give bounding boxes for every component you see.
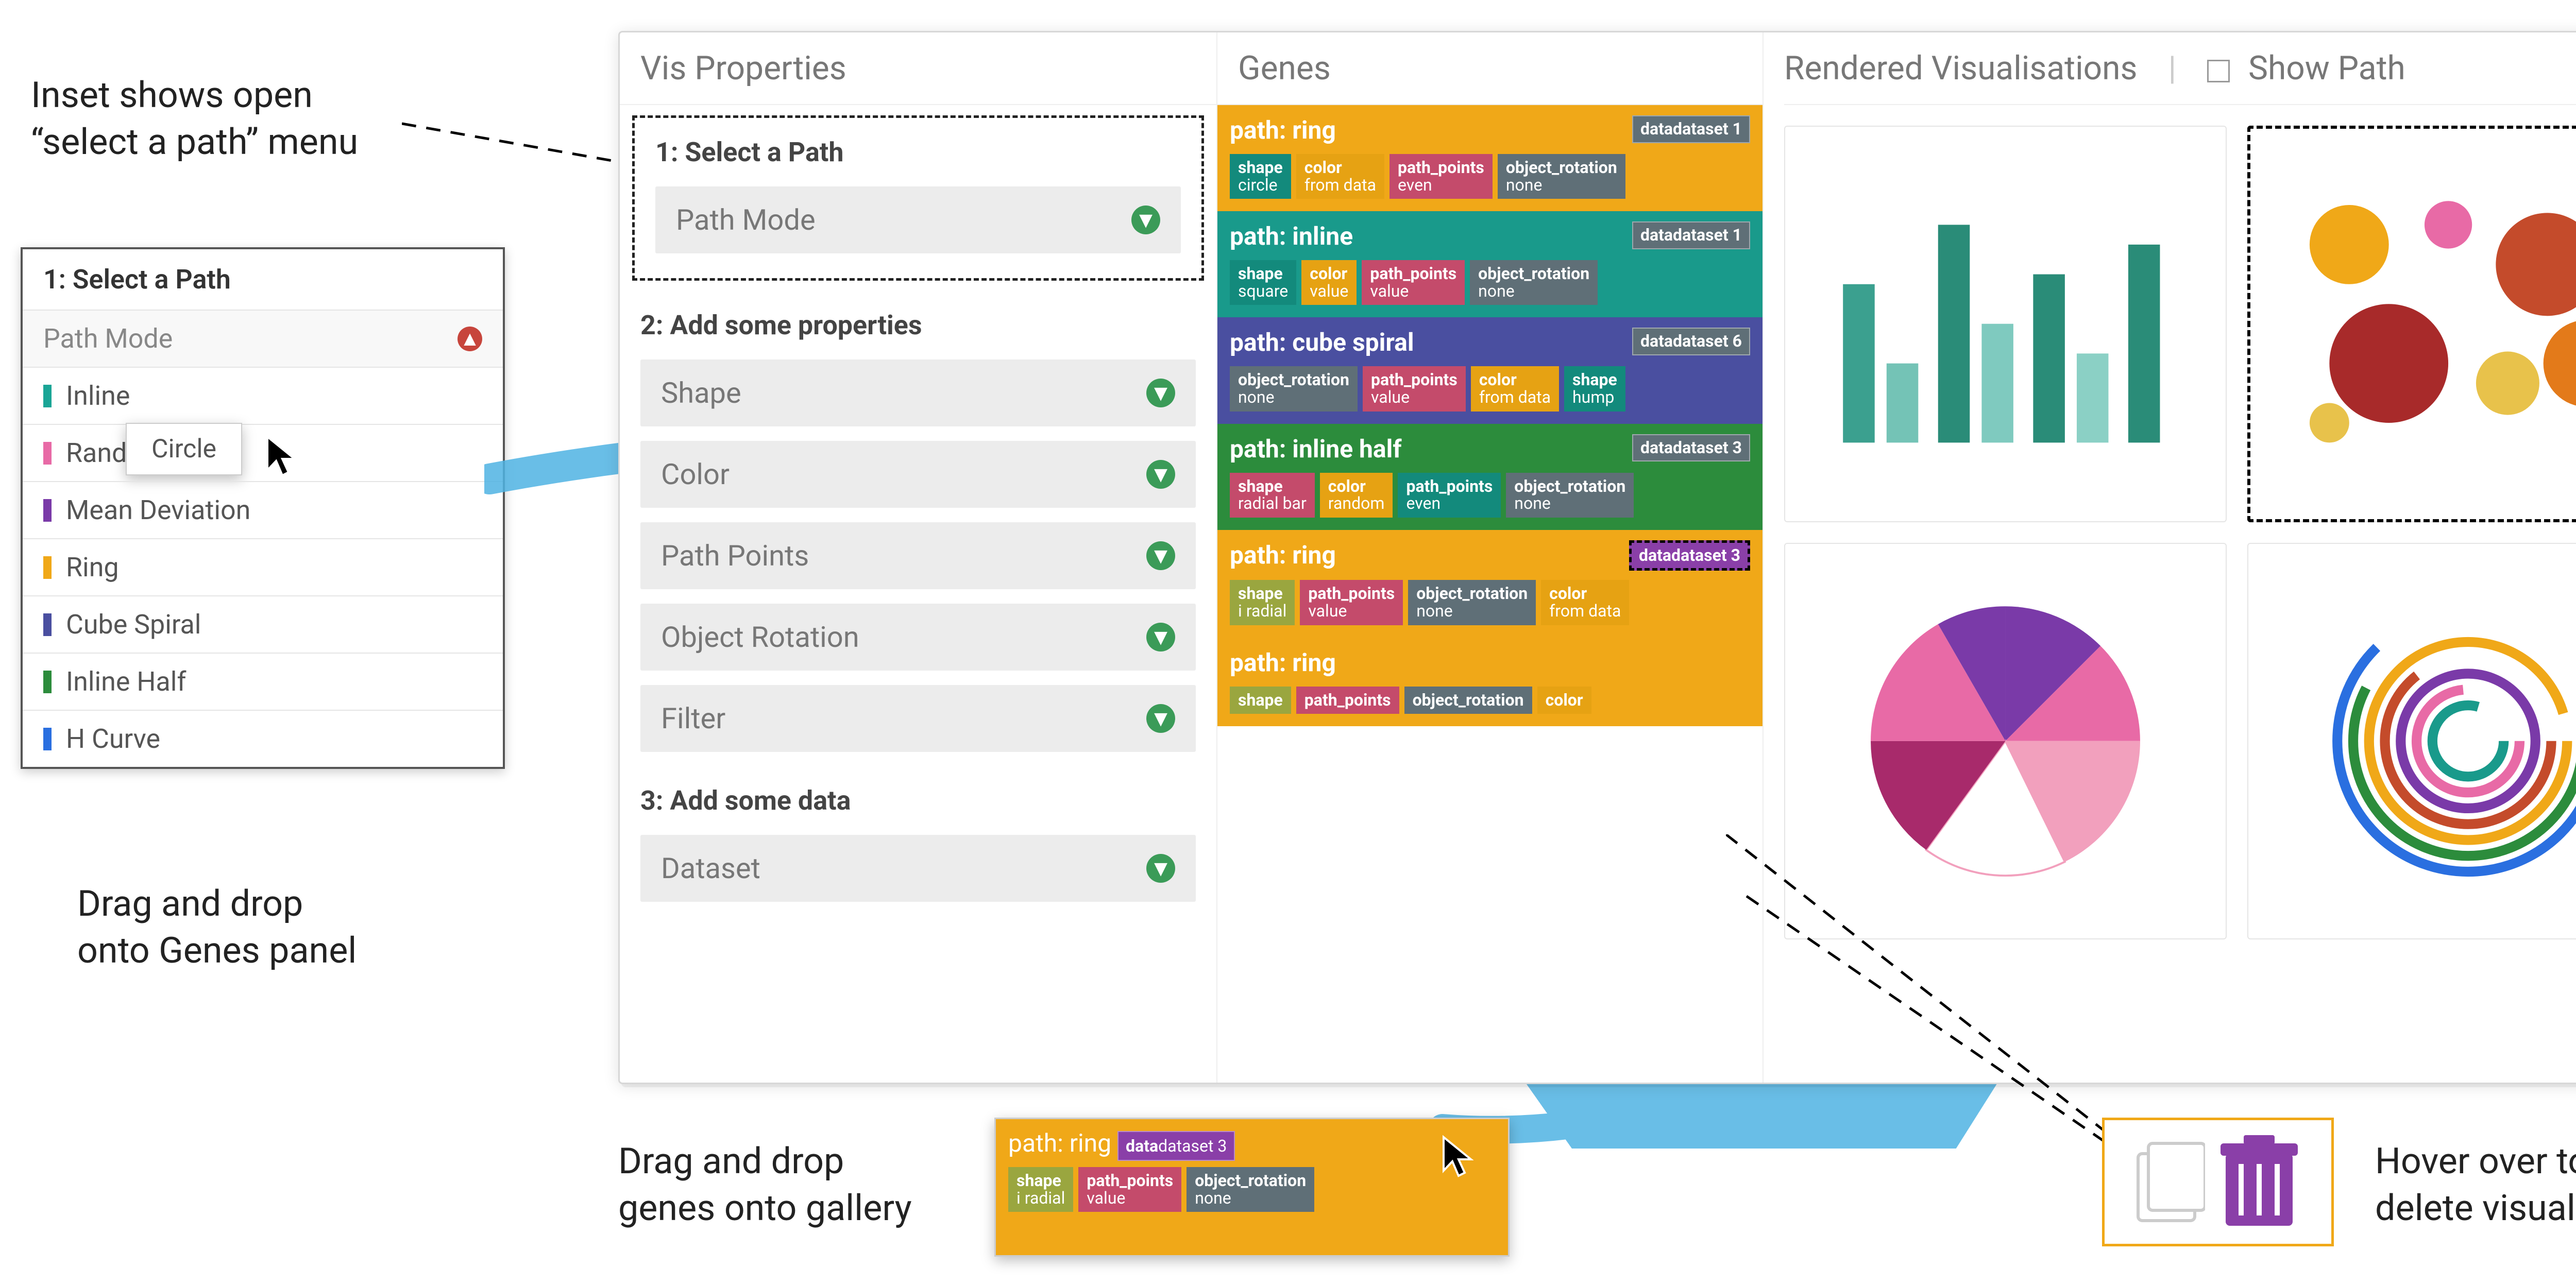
data-chip: datadataset 3 — [1117, 1131, 1235, 1161]
path-option[interactable]: Cube Spiral — [23, 595, 503, 653]
color-swatch — [43, 671, 52, 693]
app-window: Vis Properties 1: Select a Path Path Mod… — [618, 31, 2576, 1084]
path-option[interactable]: Inline Half — [23, 653, 503, 710]
annotation: Hover over to save ordelete visualisatio… — [2375, 1138, 2576, 1232]
gene-chip: colorfrom data — [1296, 154, 1384, 199]
delete-icon[interactable] — [2215, 1133, 2303, 1231]
annotation: Drag and droponto Genes panel — [77, 881, 357, 974]
gene-chip: shape — [1230, 687, 1291, 714]
select-a-path-section: 1: Select a Path Path Mode ▼ — [632, 115, 1204, 281]
rendered-visualisations-panel: Rendered Visualisations | Show Path — [1764, 32, 2576, 1083]
gene-chip: object_rotationnone — [1187, 1167, 1314, 1212]
property-row[interactable]: Color▼ — [640, 441, 1196, 508]
gene-card[interactable]: path: inlinedatadataset 1shapesquarecolo… — [1217, 211, 1762, 317]
gene-chip: object_rotation — [1404, 687, 1532, 714]
vis-properties-panel: Vis Properties 1: Select a Path Path Mod… — [620, 32, 1217, 1083]
color-swatch — [43, 728, 52, 750]
gene-chip: path_points — [1296, 687, 1399, 714]
gene-chip: path_pointsvalue — [1078, 1167, 1181, 1212]
expand-icon[interactable]: ▼ — [1146, 854, 1175, 883]
hover-tool[interactable] — [2102, 1118, 2334, 1246]
vis-card-radial-pink[interactable] — [1784, 543, 2227, 939]
gene-chip: shaperadial bar — [1230, 473, 1315, 518]
data-chip: datadataset 1 — [1632, 115, 1750, 143]
genes-panel[interactable]: Genes path: ringdatadataset 1shapecircle… — [1217, 32, 1764, 1083]
gene-card[interactable]: path: inline halfdatadataset 3shaperadia… — [1217, 424, 1762, 530]
gene-chip: colorvalue — [1301, 260, 1357, 305]
vis-card-bar-chart[interactable] — [1784, 126, 2227, 522]
path-option[interactable]: Mean Deviation — [23, 481, 503, 538]
column-title: Vis Properties — [620, 32, 1216, 105]
column-title: Rendered Visualisations — [1784, 49, 2138, 88]
gene-card[interactable]: path: cube spiraldatadataset 6object_rot… — [1217, 317, 1762, 423]
path-mode-property[interactable]: Path Mode ▼ — [655, 186, 1181, 253]
data-chip: datadataset 1 — [1632, 221, 1750, 249]
inset-select-path-panel: 1: Select a Path Path Mode ▲ InlineRando… — [21, 247, 505, 769]
gene-chip: path_pointsvalue — [1363, 366, 1466, 411]
gene-chip: colorfrom data — [1471, 366, 1559, 411]
color-swatch — [43, 385, 52, 407]
gene-card[interactable]: path: ringdatadataset 3shapei radialpath… — [1217, 530, 1762, 638]
gene-chip: object_rotationnone — [1408, 580, 1536, 625]
property-row[interactable]: Object Rotation▼ — [640, 604, 1196, 671]
gene-chip: shapei radial — [1230, 580, 1295, 625]
gene-chip: path_pointsvalue — [1362, 260, 1465, 305]
gene-chip: object_rotationnone — [1506, 473, 1634, 518]
drag-chip[interactable]: Circle — [126, 423, 242, 475]
collapse-icon[interactable]: ▲ — [457, 327, 482, 351]
expand-icon[interactable]: ▼ — [1146, 460, 1175, 489]
property-row[interactable]: Filter▼ — [640, 685, 1196, 752]
show-path-toggle[interactable]: Show Path — [2207, 49, 2405, 88]
dataset-property[interactable]: Dataset ▼ — [640, 835, 1196, 902]
gene-chip: object_rotationnone — [1498, 154, 1625, 199]
gene-chip: path_pointseven — [1389, 154, 1493, 199]
inset-title: 1: Select a Path — [23, 249, 503, 310]
gene-chip: path_pointseven — [1398, 473, 1501, 518]
gene-chip: shapecircle — [1230, 154, 1291, 199]
vis-card-rainbow-arc[interactable] — [2247, 543, 2576, 939]
data-chip: datadataset 6 — [1632, 328, 1750, 355]
expand-icon[interactable]: ▼ — [1146, 704, 1175, 733]
vis-card-bubbles[interactable] — [2247, 126, 2576, 522]
gene-chip: object_rotationnone — [1230, 366, 1358, 411]
property-row[interactable]: Path Points▼ — [640, 522, 1196, 589]
annotation: Inset shows open“select a path” menu — [31, 72, 358, 166]
cursor-icon — [265, 434, 301, 481]
expand-icon[interactable]: ▼ — [1146, 541, 1175, 570]
gene-chip: colorrandom — [1320, 473, 1393, 518]
color-swatch — [43, 442, 52, 465]
cursor-icon — [1441, 1135, 1477, 1181]
path-option[interactable]: H Curve — [23, 710, 503, 767]
gene-card-dragging[interactable]: path: ring datadataset 3 shapei radialpa… — [994, 1118, 1510, 1257]
path-mode-row[interactable]: Path Mode ▲ — [23, 310, 503, 367]
data-chip: datadataset 3 — [1632, 434, 1750, 462]
gene-chip: colorfrom data — [1541, 580, 1629, 625]
annotation: Drag and dropgenes onto gallery — [618, 1138, 912, 1232]
expand-icon[interactable]: ▼ — [1146, 379, 1175, 407]
expand-icon[interactable]: ▼ — [1131, 205, 1160, 234]
path-option[interactable]: Inline — [23, 367, 503, 424]
gene-chip: color — [1537, 687, 1591, 714]
path-option[interactable]: Ring — [23, 538, 503, 595]
gene-chip: shapesquare — [1230, 260, 1296, 305]
path-option[interactable]: RandomCircle — [23, 424, 503, 481]
checkbox-icon[interactable] — [2207, 60, 2230, 82]
save-icon[interactable] — [2133, 1138, 2205, 1226]
property-row[interactable]: Shape▼ — [640, 359, 1196, 426]
column-title: Genes — [1217, 32, 1762, 105]
gene-chip: shapehump — [1564, 366, 1625, 411]
data-chip: datadataset 3 — [1629, 540, 1750, 571]
gene-card[interactable]: path: ringshapepath_pointsobject_rotatio… — [1217, 638, 1762, 727]
gene-chip: path_pointsvalue — [1300, 580, 1403, 625]
gene-card[interactable]: path: ringdatadataset 1shapecirclecolorf… — [1217, 105, 1762, 211]
gene-chip: object_rotationnone — [1470, 260, 1598, 305]
color-swatch — [43, 556, 52, 579]
gene-chip: shapei radial — [1008, 1167, 1073, 1212]
color-swatch — [43, 613, 52, 636]
expand-icon[interactable]: ▼ — [1146, 623, 1175, 652]
color-swatch — [43, 499, 52, 522]
